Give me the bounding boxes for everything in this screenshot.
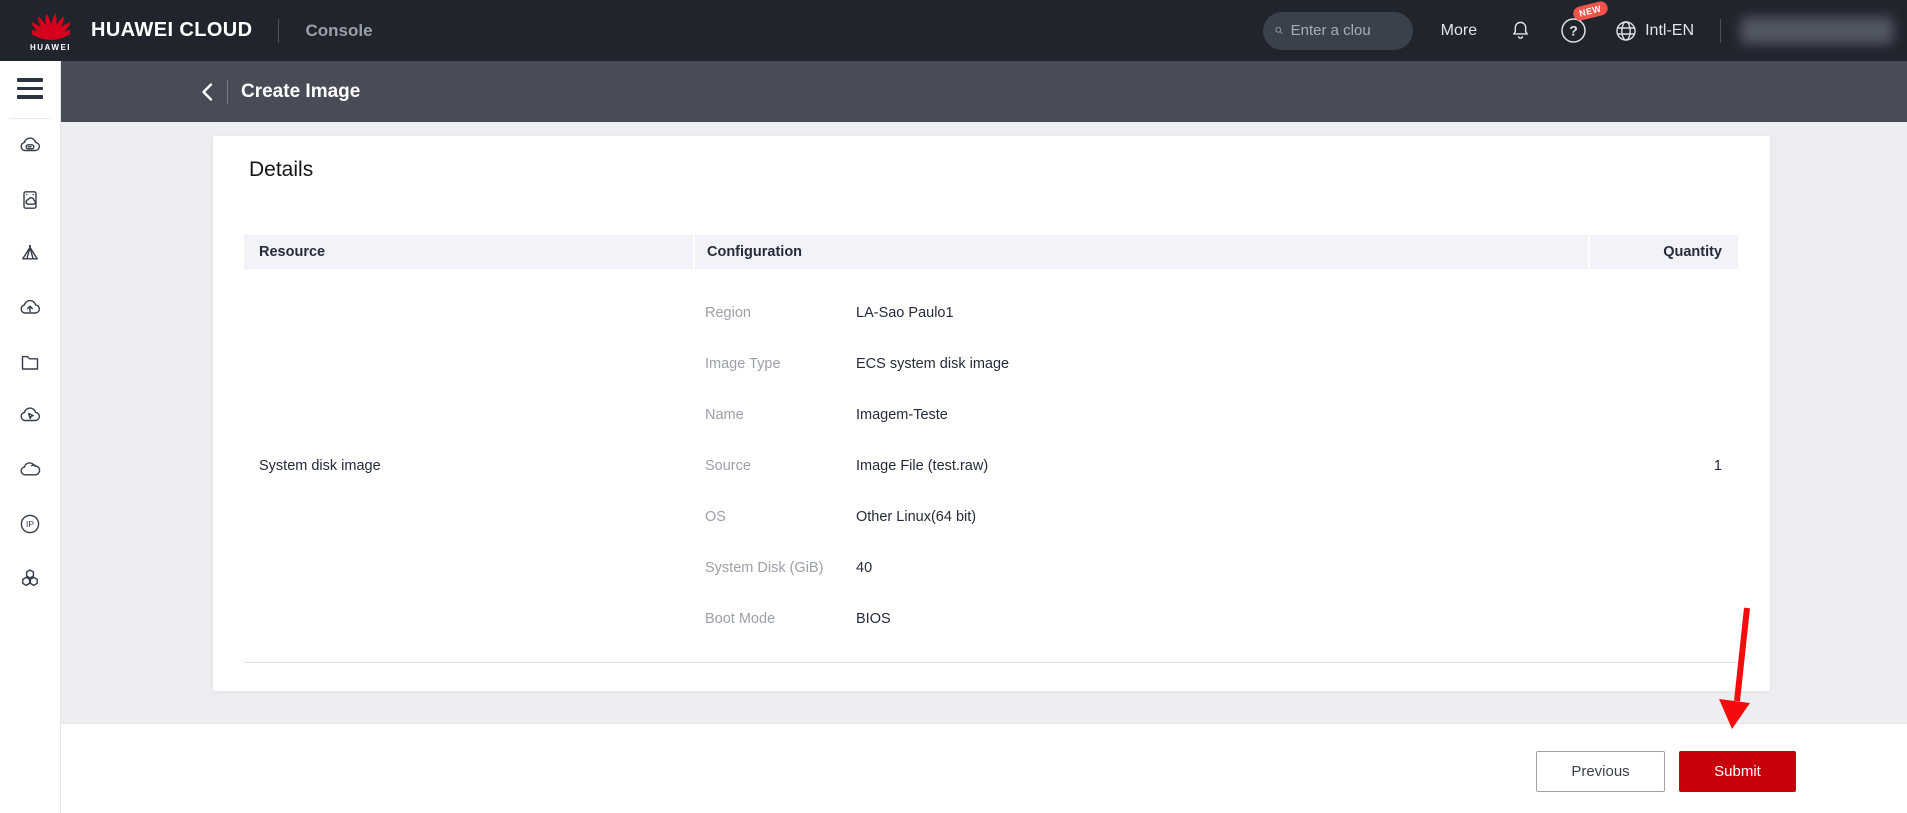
help-button[interactable]: ? NEW (1560, 17, 1587, 44)
bell-icon (1509, 19, 1532, 42)
page-header: Create Image (61, 61, 1907, 122)
brand-title: HUAWEI CLOUD (91, 19, 252, 42)
section-title: Details (249, 158, 313, 182)
config-label: System Disk (GiB) (705, 560, 856, 576)
column-header-configuration: Configuration (695, 235, 1588, 269)
account-name-redacted[interactable] (1741, 17, 1893, 44)
disk-icon (18, 188, 42, 212)
page-title: Create Image (241, 81, 360, 103)
config-label: Name (705, 407, 856, 423)
notifications-button[interactable] (1509, 19, 1532, 42)
table-row: System disk image Region LA-Sao Paulo1 I… (244, 269, 1738, 663)
configuration-cell: Region LA-Sao Paulo1 Image Type ECS syst… (693, 269, 1588, 662)
huawei-logo-caption: HUAWEI (30, 43, 71, 52)
config-value: Imagem-Teste (856, 407, 948, 423)
cloud-icon (18, 458, 42, 482)
sidebar-item-ecs[interactable] (18, 134, 42, 158)
config-value: LA-Sao Paulo1 (856, 305, 954, 321)
config-value: BIOS (856, 611, 891, 627)
new-badge: NEW (1572, 0, 1609, 22)
column-header-resource: Resource (244, 235, 693, 269)
config-value: 40 (856, 560, 872, 576)
column-header-quantity: Quantity (1590, 235, 1738, 269)
back-button[interactable] (200, 82, 214, 102)
details-card: Details Resource Configuration Quantity … (213, 136, 1770, 691)
cluster-icon (18, 566, 42, 590)
config-label: Image Type (705, 356, 856, 372)
cloud-pointer-icon (18, 404, 42, 428)
sidebar-item-cluster[interactable] (18, 566, 42, 590)
console-link[interactable]: Console (305, 21, 372, 41)
resource-cell: System disk image (244, 269, 693, 662)
config-row-boot-mode: Boot Mode BIOS (705, 593, 1588, 644)
config-label: Boot Mode (705, 611, 856, 627)
config-value: ECS system disk image (856, 356, 1009, 372)
sidebar-item-evs[interactable] (18, 188, 42, 212)
details-table: Resource Configuration Quantity System d… (244, 235, 1738, 663)
language-selector[interactable]: Intl-EN (1615, 20, 1694, 42)
action-footer: Previous Submit (61, 723, 1907, 813)
config-value: Other Linux(64 bit) (856, 509, 976, 525)
config-label: Source (705, 458, 856, 474)
config-row-image-type: Image Type ECS system disk image (705, 338, 1588, 389)
sidebar-item-ims[interactable] (18, 242, 42, 266)
menu-icon[interactable] (17, 78, 43, 104)
left-sidebar: IP (0, 61, 61, 813)
cloud-upload-icon (18, 296, 42, 320)
globe-icon (1615, 20, 1637, 42)
search-input[interactable] (1291, 22, 1401, 39)
cloud-search-box[interactable] (1263, 12, 1413, 50)
sidebar-item-folder[interactable] (18, 350, 42, 374)
config-row-region: Region LA-Sao Paulo1 (705, 287, 1588, 338)
config-label: OS (705, 509, 856, 525)
help-icon: ? (1560, 17, 1587, 44)
topbar-divider (278, 19, 279, 43)
config-row-name: Name Imagem-Teste (705, 389, 1588, 440)
ip-icon: IP (18, 512, 42, 536)
config-row-os: OS Other Linux(64 bit) (705, 491, 1588, 542)
submit-button[interactable]: Submit (1679, 751, 1796, 792)
folder-icon (18, 350, 42, 374)
svg-text:?: ? (1569, 23, 1578, 39)
config-row-system-disk: System Disk (GiB) 40 (705, 542, 1588, 593)
sidebar-item-eip[interactable]: IP (18, 512, 42, 536)
config-label: Region (705, 305, 856, 321)
sidebar-divider (10, 118, 51, 119)
pyramid-icon (18, 242, 42, 266)
sidebar-item-cloud-pointer[interactable] (18, 404, 42, 428)
top-bar: HUAWEI HUAWEI CLOUD Console More ? NEW I… (0, 0, 1907, 61)
header-divider (227, 80, 228, 104)
config-value: Image File (test.raw) (856, 458, 988, 474)
cloud-server-icon (18, 134, 42, 158)
locale-label: Intl-EN (1645, 22, 1694, 40)
chevron-left-icon (200, 82, 214, 102)
huawei-flower-icon (32, 10, 70, 42)
sidebar-item-obs-upload[interactable] (18, 296, 42, 320)
more-menu[interactable]: More (1441, 22, 1477, 40)
config-row-source: Source Image File (test.raw) (705, 440, 1588, 491)
topbar-divider (1720, 19, 1721, 43)
huawei-logo[interactable]: HUAWEI (30, 10, 71, 52)
table-header-row: Resource Configuration Quantity (244, 235, 1738, 269)
quantity-cell: 1 (1588, 269, 1738, 662)
previous-button[interactable]: Previous (1536, 751, 1665, 792)
svg-text:IP: IP (26, 519, 34, 529)
sidebar-item-cloud[interactable] (18, 458, 42, 482)
search-icon (1275, 22, 1283, 39)
